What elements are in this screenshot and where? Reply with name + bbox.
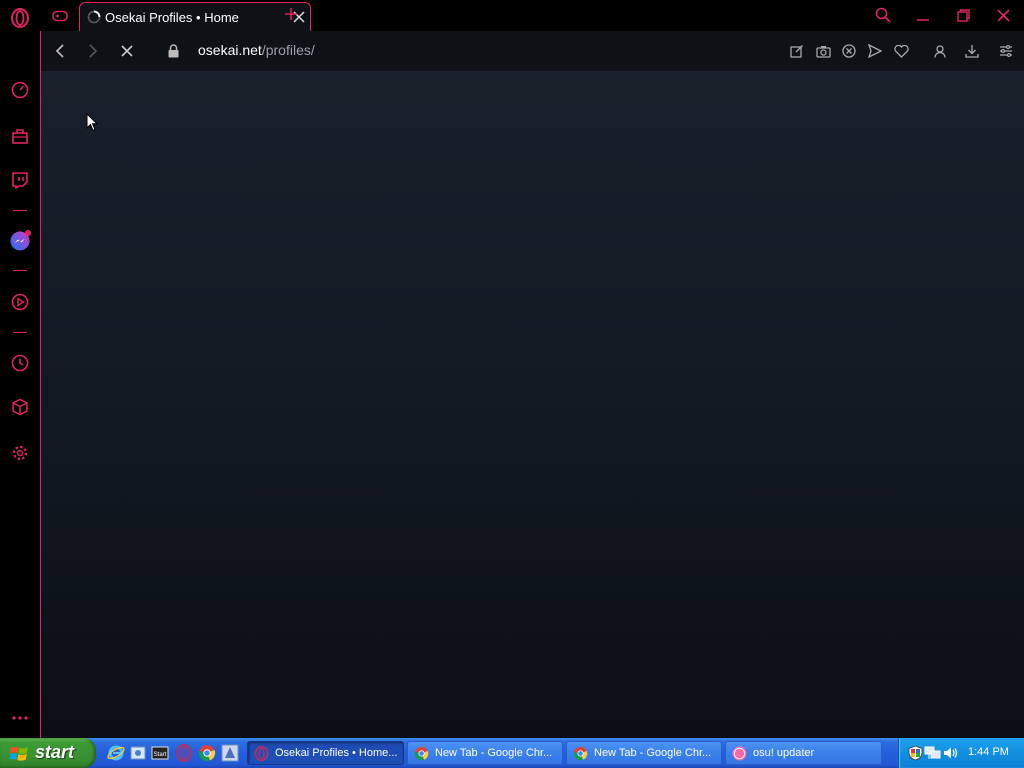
start-button[interactable]: start: [0, 738, 96, 768]
network-icon[interactable]: [924, 745, 942, 761]
show-desktop-icon[interactable]: [129, 744, 147, 762]
sidebar-divider: [13, 210, 27, 211]
lock-icon[interactable]: [165, 42, 181, 60]
security-shield-icon[interactable]: [907, 745, 923, 761]
sidebar: [0, 0, 40, 738]
forward-icon[interactable]: [84, 42, 102, 60]
task-label: New Tab - Google Chr...: [594, 747, 712, 759]
task-label: Osekai Profiles • Home...: [275, 747, 398, 759]
chrome-quicklaunch-icon[interactable]: [198, 744, 216, 762]
adblock-icon[interactable]: [840, 42, 858, 60]
tab-title: Osekai Profiles • Home: [105, 10, 239, 25]
task-label: New Tab - Google Chr...: [435, 747, 553, 759]
address-toolbar: osekai.net/profiles/: [40, 31, 1024, 71]
task-chrome-2[interactable]: New Tab - Google Chr...: [566, 741, 722, 765]
osu-icon: [732, 746, 747, 761]
title-bar: Osekai Profiles • Home: [40, 0, 1024, 32]
task-label: osu! updater: [753, 747, 815, 759]
task-chrome-1[interactable]: New Tab - Google Chr...: [407, 741, 563, 765]
messenger-icon[interactable]: [9, 230, 31, 252]
new-tab-icon[interactable]: [283, 6, 299, 22]
settings-icon[interactable]: [9, 442, 31, 464]
minimize-icon[interactable]: [914, 6, 932, 24]
windows-logo-icon: [9, 744, 29, 762]
url-domain: osekai.net: [198, 42, 262, 58]
chrome-task-icon: [573, 746, 588, 761]
volume-icon[interactable]: [943, 745, 959, 761]
url-path: /profiles/: [261, 42, 315, 58]
chrome-task-icon: [414, 746, 429, 761]
back-icon[interactable]: [51, 42, 69, 60]
send-icon[interactable]: [866, 42, 884, 60]
clock: 1:44 PM: [968, 746, 1009, 758]
twitch-icon[interactable]: [9, 169, 31, 191]
system-tray: 1:44 PM: [898, 738, 1024, 768]
page-viewport[interactable]: [40, 71, 1024, 738]
opera-quicklaunch-icon[interactable]: [175, 744, 193, 762]
history-icon[interactable]: [9, 352, 31, 374]
heart-icon[interactable]: [892, 42, 910, 60]
ie-icon[interactable]: [107, 744, 125, 762]
task-osu-updater[interactable]: osu! updater: [725, 741, 882, 765]
game-controller-icon[interactable]: [50, 6, 70, 26]
mouse-cursor-icon: [85, 112, 99, 132]
start-app-icon[interactable]: Start: [151, 744, 169, 762]
stop-loading-icon[interactable]: [118, 42, 136, 60]
edit-icon[interactable]: [788, 42, 806, 60]
more-icon[interactable]: [9, 707, 31, 729]
close-window-icon[interactable]: [994, 6, 1012, 24]
shopping-bag-icon[interactable]: [9, 125, 31, 147]
player-icon[interactable]: [9, 291, 31, 313]
search-tabs-icon[interactable]: [874, 6, 892, 24]
app-quicklaunch-icon[interactable]: [221, 744, 239, 762]
profile-icon[interactable]: [931, 42, 949, 60]
tab-active[interactable]: Osekai Profiles • Home: [79, 2, 311, 32]
opera-task-icon: [254, 745, 269, 762]
restore-icon[interactable]: [954, 6, 972, 24]
download-icon[interactable]: [963, 42, 981, 60]
svg-text:Start: Start: [154, 752, 167, 758]
easy-setup-icon[interactable]: [997, 42, 1015, 60]
loading-spinner-icon: [87, 10, 101, 24]
url-field[interactable]: osekai.net/profiles/: [198, 42, 315, 58]
task-opera[interactable]: Osekai Profiles • Home...: [247, 741, 404, 765]
extensions-icon[interactable]: [9, 396, 31, 418]
start-label: start: [35, 742, 75, 762]
sidebar-divider: [13, 270, 27, 271]
snapshot-icon[interactable]: [814, 42, 832, 60]
speed-dial-icon[interactable]: [9, 79, 31, 101]
sidebar-divider: [13, 332, 27, 333]
opera-logo-icon[interactable]: [9, 7, 31, 29]
taskbar: start Start Osekai Profiles • Home... Ne…: [0, 738, 1024, 768]
